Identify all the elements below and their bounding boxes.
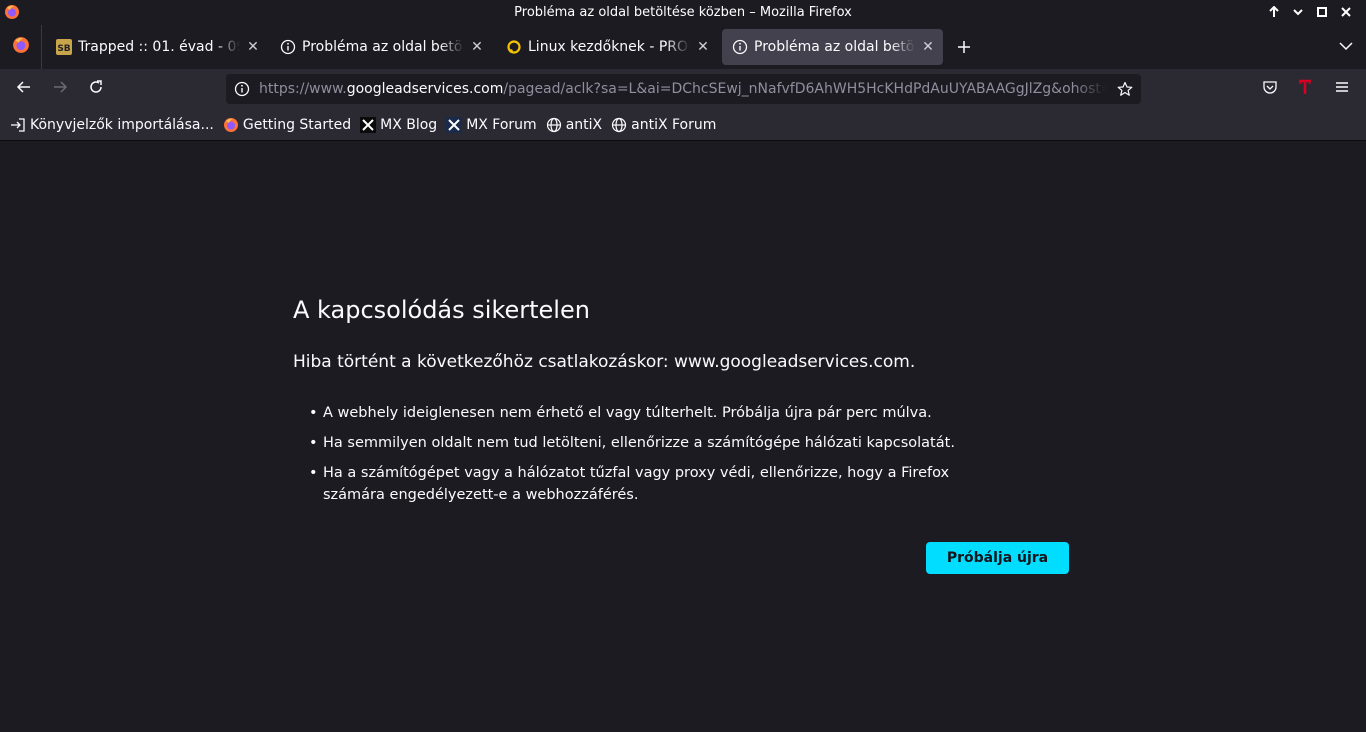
forward-arrow-icon: [52, 79, 68, 99]
mx-icon: [360, 116, 377, 133]
bookmark-label: antiX: [565, 116, 603, 133]
close-icon[interactable]: ✕: [921, 39, 935, 55]
bookmark-antix[interactable]: antiX: [546, 117, 602, 133]
url-path: /pagead/aclk?sa=L&ai=DChcSEwj_nNafvfD6Ah…: [503, 81, 1107, 97]
error-title: A kapcsolódás sikertelen: [293, 296, 590, 324]
ph-icon: [506, 39, 522, 55]
bookmark-star-icon[interactable]: [1115, 79, 1135, 99]
window-controls: [1262, 3, 1358, 21]
tab-label: Linux kezdőknek - PROHARDVER: [528, 39, 690, 55]
info-icon: [280, 39, 296, 55]
page-content: A kapcsolódás sikertelen Hiba történt a …: [0, 141, 1366, 732]
tab-problem-1[interactable]: Probléma az oldal betöltése ✕: [270, 29, 492, 65]
navigation-toolbar: https://www.googleadservices.com/pagead/…: [0, 69, 1366, 109]
list-all-tabs-button[interactable]: [1336, 37, 1356, 57]
extension-button[interactable]: [1291, 75, 1319, 103]
error-description: Hiba történt a következőhöz csatlakozásk…: [293, 352, 916, 372]
forward-button[interactable]: [46, 75, 74, 103]
window-title: Probléma az oldal betöltése közben – Moz…: [514, 5, 852, 20]
bookmark-getting-started[interactable]: Getting Started: [223, 117, 351, 133]
tab-label: Probléma az oldal betöltése: [754, 39, 915, 55]
bookmark-label: Getting Started: [242, 116, 352, 133]
back-button[interactable]: [10, 75, 38, 103]
info-icon: [732, 39, 748, 55]
keep-above-button[interactable]: [1262, 3, 1286, 21]
url-bar[interactable]: https://www.googleadservices.com/pagead/…: [226, 74, 1141, 104]
bookmark-mx-blog[interactable]: MX Blog: [360, 116, 438, 133]
list-item: Ha semmilyen oldalt nem tud letölteni, e…: [309, 432, 993, 454]
list-item: A webhely ideiglenesen nem érhető el vag…: [309, 402, 993, 424]
url-scheme: https://www.: [259, 81, 347, 97]
tab-problem-2[interactable]: Probléma az oldal betöltése ✕: [722, 29, 943, 65]
translate-t-icon: [1297, 78, 1313, 100]
pocket-button[interactable]: [1256, 75, 1284, 103]
close-window-button[interactable]: [1334, 3, 1358, 21]
mx-icon: [446, 116, 463, 133]
site-info-icon[interactable]: [228, 74, 256, 104]
close-icon[interactable]: ✕: [470, 39, 484, 55]
reload-icon: [88, 79, 104, 99]
url-host: googleadservices.com: [346, 81, 504, 97]
bookmark-import[interactable]: Könyvjelzők importálása...: [10, 117, 214, 133]
bookmark-label: Könyvjelzők importálása...: [30, 116, 214, 133]
bookmark-label: MX Forum: [466, 116, 537, 133]
reload-button[interactable]: [82, 75, 110, 103]
new-tab-button[interactable]: [952, 35, 976, 59]
firefox-icon: [223, 117, 239, 133]
sb-icon: SB: [56, 39, 72, 55]
list-item: Ha a számítógépet vagy a hálózatot tűzfa…: [309, 462, 993, 506]
url-text[interactable]: https://www.googleadservices.com/pagead/…: [259, 81, 1107, 97]
error-suggestions: A webhely ideiglenesen nem érhető el vag…: [293, 402, 993, 506]
tab-label: Trapped :: 01. évad - 09. rész: [78, 39, 240, 55]
bookmark-mx-forum[interactable]: MX Forum: [446, 116, 537, 133]
tab-trapped[interactable]: SB Trapped :: 01. évad - 09. rész ✕: [46, 29, 268, 65]
error-container: A kapcsolódás sikertelen Hiba történt a …: [293, 296, 1073, 514]
window-titlebar: Probléma az oldal betöltése közben – Moz…: [0, 0, 1366, 25]
tab-linux-kezdoknek[interactable]: Linux kezdőknek - PROHARDVER ✕: [496, 29, 718, 65]
app-menu-button[interactable]: [1328, 75, 1356, 103]
close-icon[interactable]: ✕: [246, 39, 260, 55]
import-icon: [10, 117, 26, 133]
firefox-icon: [12, 36, 30, 58]
firefox-view-button[interactable]: [0, 25, 42, 69]
retry-button[interactable]: Próbálja újra: [926, 542, 1069, 574]
minimize-button[interactable]: [1286, 3, 1310, 21]
close-icon[interactable]: ✕: [696, 39, 710, 55]
back-arrow-icon: [16, 79, 32, 99]
firefox-icon: [4, 4, 20, 20]
bookmark-antix-forum[interactable]: antiX Forum: [611, 117, 716, 133]
globe-icon: [611, 117, 627, 133]
bookmarks-toolbar: Könyvjelzők importálása... Getting Start…: [0, 109, 1366, 141]
tab-strip: SB Trapped :: 01. évad - 09. rész ✕ Prob…: [0, 25, 1366, 69]
chevron-down-icon: [1339, 38, 1353, 57]
svg-text:SB: SB: [57, 44, 70, 54]
bookmark-label: MX Blog: [380, 116, 438, 133]
pocket-icon: [1262, 79, 1278, 99]
bookmark-label: antiX Forum: [631, 116, 717, 133]
tab-label: Probléma az oldal betöltése: [302, 39, 464, 55]
globe-icon: [546, 117, 562, 133]
maximize-button[interactable]: [1310, 3, 1334, 21]
hamburger-menu-icon: [1334, 79, 1350, 99]
